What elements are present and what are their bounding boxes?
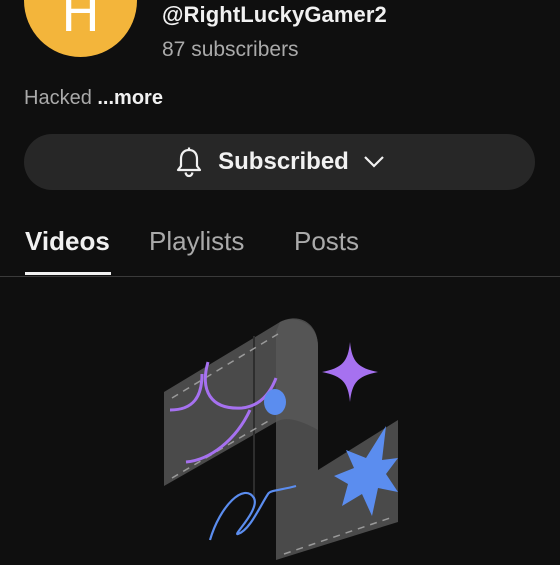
avatar-letter: H xyxy=(60,0,101,44)
bell-icon xyxy=(174,146,204,178)
tab-posts[interactable]: Posts xyxy=(294,226,359,257)
chevron-down-icon xyxy=(363,155,385,169)
subscribed-label: Subscribed xyxy=(218,148,349,175)
subscribed-button[interactable]: Subscribed xyxy=(24,134,535,190)
empty-videos-illustration xyxy=(150,310,410,560)
channel-tabs: Videos Playlists Posts xyxy=(0,218,560,277)
more-link[interactable]: ...more xyxy=(97,87,163,109)
channel-handle: @RightLuckyGamer2 xyxy=(162,2,387,27)
tab-playlists[interactable]: Playlists xyxy=(149,226,244,257)
description-text: Hacked xyxy=(24,87,92,109)
channel-description[interactable]: Hacked ...more xyxy=(24,87,163,110)
channel-avatar[interactable]: H xyxy=(24,0,137,57)
active-tab-indicator xyxy=(25,272,111,275)
tab-videos[interactable]: Videos xyxy=(25,226,110,257)
subscriber-count: 87 subscribers xyxy=(162,38,299,61)
